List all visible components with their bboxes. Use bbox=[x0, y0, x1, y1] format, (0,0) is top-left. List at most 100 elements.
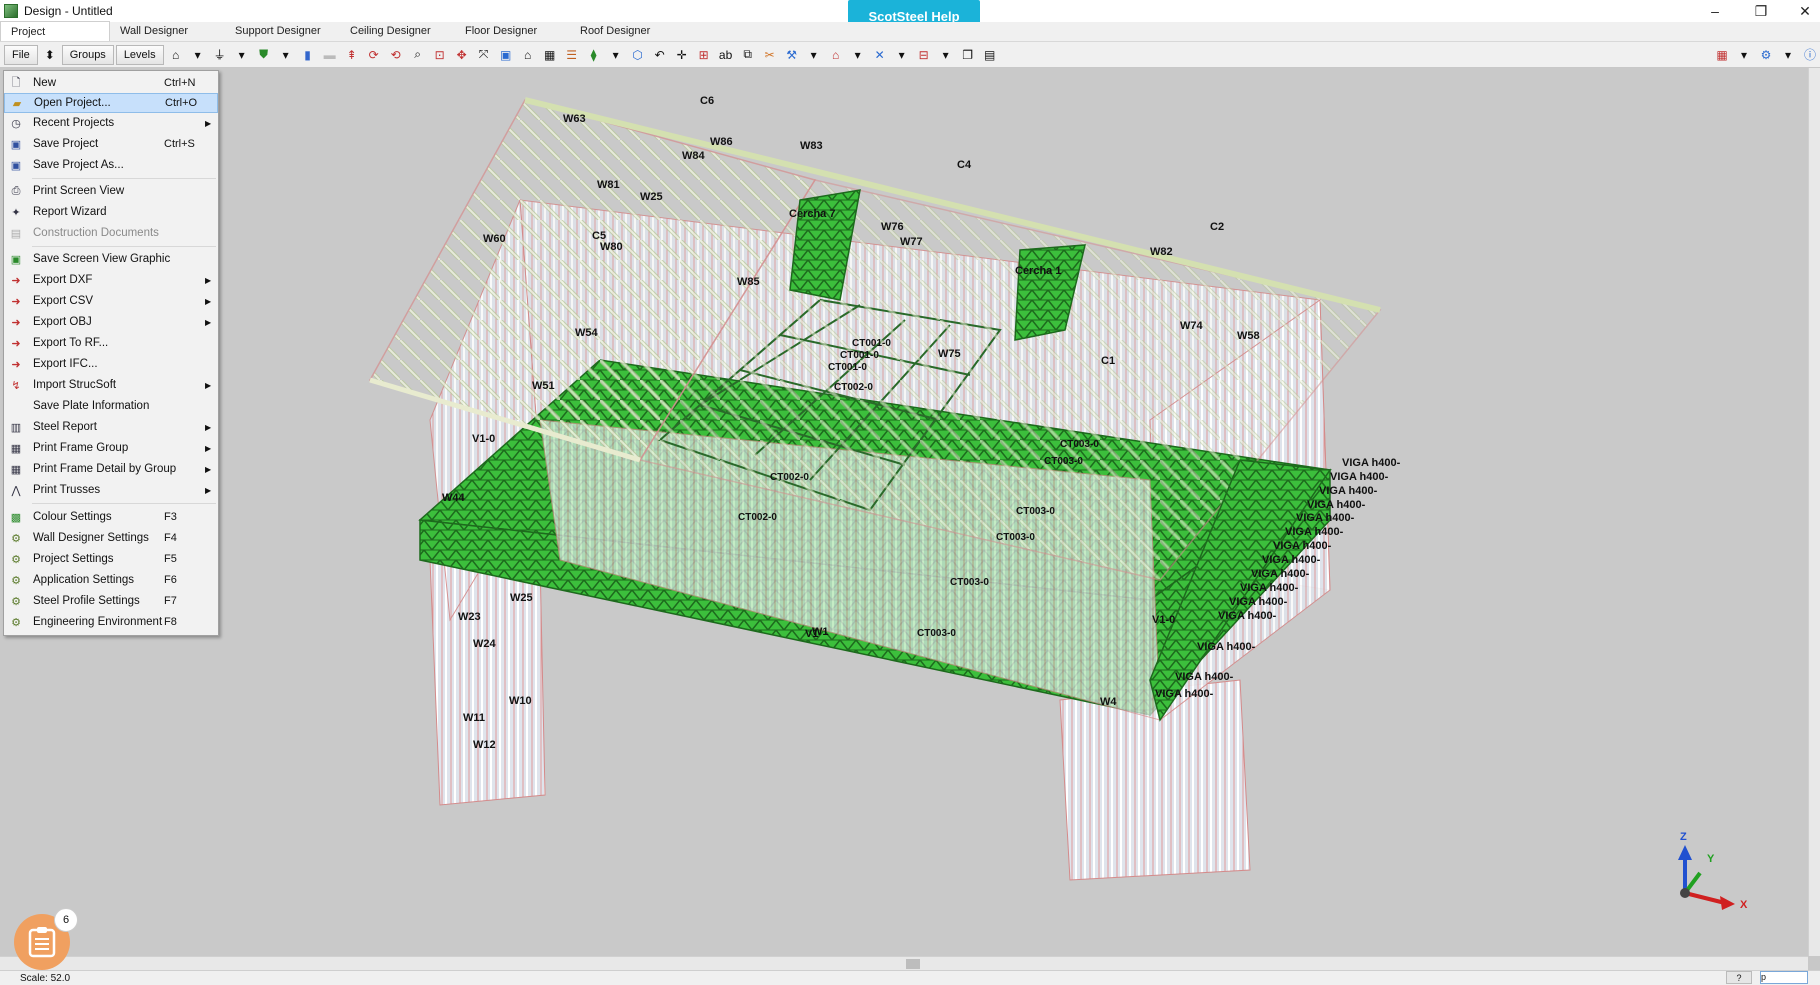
pan-icon[interactable]: ✥ bbox=[452, 45, 472, 65]
menu-item-save-project-as[interactable]: ▣ Save Project As... bbox=[4, 155, 218, 175]
wall-label: W80 bbox=[600, 241, 623, 253]
dropdown-icon[interactable]: ▾ bbox=[232, 45, 252, 65]
component-label: C6 bbox=[700, 95, 714, 107]
menu-item-export-dxf[interactable]: ➜ Export DXF ▶ bbox=[4, 270, 218, 290]
menu-item-save-project[interactable]: ▣ Save Project Ctrl+S bbox=[4, 134, 218, 154]
menu-item-import-strucsoft[interactable]: ↯ Import StrucSoft ▶ bbox=[4, 375, 218, 395]
settings-view-icon[interactable]: ⚙ bbox=[1756, 45, 1776, 65]
document-icon: ▤ bbox=[10, 227, 22, 240]
menu-item-export-ifc[interactable]: ➜ Export IFC... bbox=[4, 354, 218, 374]
orbit-icon[interactable]: ⟲ bbox=[386, 45, 406, 65]
menu-item-print-screen-view[interactable]: ⎙ Print Screen View bbox=[4, 181, 218, 201]
text-label-icon[interactable]: ab bbox=[716, 45, 736, 65]
menu-item-print-trusses[interactable]: ⋀ Print Trusses ▶ bbox=[4, 480, 218, 500]
menu-item-project-settings[interactable]: ⚙ Project Settings F5 bbox=[4, 549, 218, 569]
slider-track-icon[interactable]: ▬ bbox=[320, 45, 340, 65]
move-up-icon[interactable]: ⇞ bbox=[342, 45, 362, 65]
cube-icon[interactable]: ⬡ bbox=[628, 45, 648, 65]
menu-item-export-to-rf[interactable]: ➜ Export To RF... bbox=[4, 333, 218, 353]
menu-item-export-obj[interactable]: ➜ Export OBJ ▶ bbox=[4, 312, 218, 332]
dropdown-icon[interactable]: ▾ bbox=[936, 45, 956, 65]
view-front-icon[interactable]: ▣ bbox=[496, 45, 516, 65]
tools-icon[interactable]: ⚒ bbox=[782, 45, 802, 65]
file-button[interactable]: File bbox=[4, 44, 38, 65]
dropdown-icon[interactable]: ▾ bbox=[276, 45, 296, 65]
status-help-button[interactable]: ? bbox=[1726, 971, 1752, 984]
tab-support-designer[interactable]: Support Designer bbox=[225, 21, 340, 41]
menu-item-save-plate-information[interactable]: Save Plate Information bbox=[4, 396, 218, 416]
menu-item-open-project[interactable]: ▰ Open Project... Ctrl+O bbox=[4, 93, 218, 113]
roof-icon[interactable]: ⌂ bbox=[826, 45, 846, 65]
copy-icon[interactable]: ⧉ bbox=[738, 45, 758, 65]
viga-label: VIGA h400- bbox=[1296, 512, 1355, 524]
dropdown-icon[interactable]: ▾ bbox=[848, 45, 868, 65]
menu-item-save-screen-view-graphic[interactable]: ▣ Save Screen View Graphic bbox=[4, 249, 218, 269]
menu-item-print-frame-detail-by-group[interactable]: ▦ Print Frame Detail by Group ▶ bbox=[4, 459, 218, 479]
menu-item-steel-report[interactable]: ▥ Steel Report ▶ bbox=[4, 417, 218, 437]
home-view-icon[interactable]: ⌂ bbox=[166, 45, 186, 65]
dropdown-icon[interactable]: ▾ bbox=[188, 45, 208, 65]
menu-item-steel-profile-settings[interactable]: ⚙ Steel Profile Settings F7 bbox=[4, 591, 218, 611]
filter-icon[interactable]: ⏚ bbox=[210, 45, 230, 65]
menu-item-export-csv[interactable]: ➜ Export CSV ▶ bbox=[4, 291, 218, 311]
file-options-icon[interactable]: ⬍ bbox=[40, 45, 60, 65]
tab-floor-designer[interactable]: Floor Designer bbox=[455, 21, 570, 41]
viga-label: VIGA h400- bbox=[1342, 457, 1401, 469]
tab-ceiling-designer[interactable]: Ceiling Designer bbox=[340, 21, 455, 41]
component-label: C4 bbox=[957, 159, 972, 171]
grid-view-icon[interactable]: ▦ bbox=[1712, 45, 1732, 65]
paste-icon[interactable]: ▤ bbox=[980, 45, 1000, 65]
menu-item-recent-projects[interactable]: ◷ Recent Projects ▶ bbox=[4, 113, 218, 133]
dropdown-icon[interactable]: ▾ bbox=[1778, 45, 1798, 65]
house-icon[interactable]: ⌂ bbox=[518, 45, 538, 65]
undo-icon[interactable]: ↶ bbox=[650, 45, 670, 65]
horizontal-scrollbar[interactable] bbox=[0, 956, 1808, 970]
list-icon[interactable]: ☰ bbox=[562, 45, 582, 65]
wall-label: W44 bbox=[442, 492, 466, 504]
shield-icon[interactable]: ⛊ bbox=[254, 45, 274, 65]
menu-item-construction-documents[interactable]: ▤ Construction Documents bbox=[4, 223, 218, 243]
3d-viewport[interactable]: W63 W86 W83 W84 W81 W25 W77 W60 W80 W85 … bbox=[0, 68, 1808, 956]
menu-item-wall-designer-settings[interactable]: ⚙ Wall Designer Settings F4 bbox=[4, 528, 218, 548]
tab-roof-designer[interactable]: Roof Designer bbox=[570, 21, 685, 41]
measure-icon[interactable]: ✛ bbox=[672, 45, 692, 65]
building-model[interactable]: W63 W86 W83 W84 W81 W25 W77 W60 W80 W85 … bbox=[0, 68, 1808, 956]
rotate-icon[interactable]: ⟳ bbox=[364, 45, 384, 65]
dropdown-icon[interactable]: ▾ bbox=[1734, 45, 1754, 65]
menu-item-report-wizard[interactable]: ✦ Report Wizard bbox=[4, 202, 218, 222]
menu-item-engineering-environment[interactable]: ⚙ Engineering Environment F8 bbox=[4, 612, 218, 632]
menu-item-application-settings[interactable]: ⚙ Application Settings F6 bbox=[4, 570, 218, 590]
slider-icon[interactable]: ▮ bbox=[298, 45, 318, 65]
groups-button[interactable]: Groups bbox=[61, 44, 114, 65]
dropdown-icon[interactable]: ▾ bbox=[892, 45, 912, 65]
save-as-icon: ▣ bbox=[10, 159, 22, 172]
dropdown-icon[interactable]: ▾ bbox=[804, 45, 824, 65]
menu-item-colour-settings[interactable]: ▩ Colour Settings F3 bbox=[4, 507, 218, 527]
zoom-window-icon[interactable]: ⊡ bbox=[430, 45, 450, 65]
dropdown-icon[interactable]: ▾ bbox=[606, 45, 626, 65]
scrollbar-thumb[interactable] bbox=[906, 959, 920, 969]
misc-label: V1 bbox=[805, 628, 818, 640]
trim-icon[interactable]: ✂ bbox=[760, 45, 780, 65]
layers-icon[interactable]: ⧫ bbox=[584, 45, 604, 65]
menu-item-new[interactable]: 🗋 New Ctrl+N bbox=[4, 73, 218, 93]
dimension-icon[interactable]: ⊞ bbox=[694, 45, 714, 65]
table-icon[interactable]: ▦ bbox=[540, 45, 560, 65]
tab-wall-designer[interactable]: Wall Designer bbox=[110, 21, 225, 41]
info-icon[interactable]: ⓘ bbox=[1800, 45, 1820, 65]
vertical-scrollbar[interactable] bbox=[1808, 68, 1820, 956]
minimize-button[interactable]: – bbox=[1692, 0, 1738, 22]
menu-item-print-frame-group[interactable]: ▦ Print Frame Group ▶ bbox=[4, 438, 218, 458]
restore-button[interactable]: ❐ bbox=[1738, 0, 1784, 22]
cross-icon[interactable]: ✕ bbox=[870, 45, 890, 65]
duplicate-icon[interactable]: ❐ bbox=[958, 45, 978, 65]
frame-icon[interactable]: ⊟ bbox=[914, 45, 934, 65]
axis-x-label: X bbox=[1740, 899, 1748, 911]
command-input[interactable]: p bbox=[1760, 971, 1808, 984]
levels-button[interactable]: Levels bbox=[115, 44, 164, 65]
close-button[interactable]: ✕ bbox=[1782, 0, 1820, 22]
wall-label: W25 bbox=[510, 592, 533, 604]
zoom-icon[interactable]: ⌕ bbox=[408, 45, 428, 65]
tab-project[interactable]: Project bbox=[0, 21, 110, 41]
fit-icon[interactable]: ⤧ bbox=[474, 45, 494, 65]
